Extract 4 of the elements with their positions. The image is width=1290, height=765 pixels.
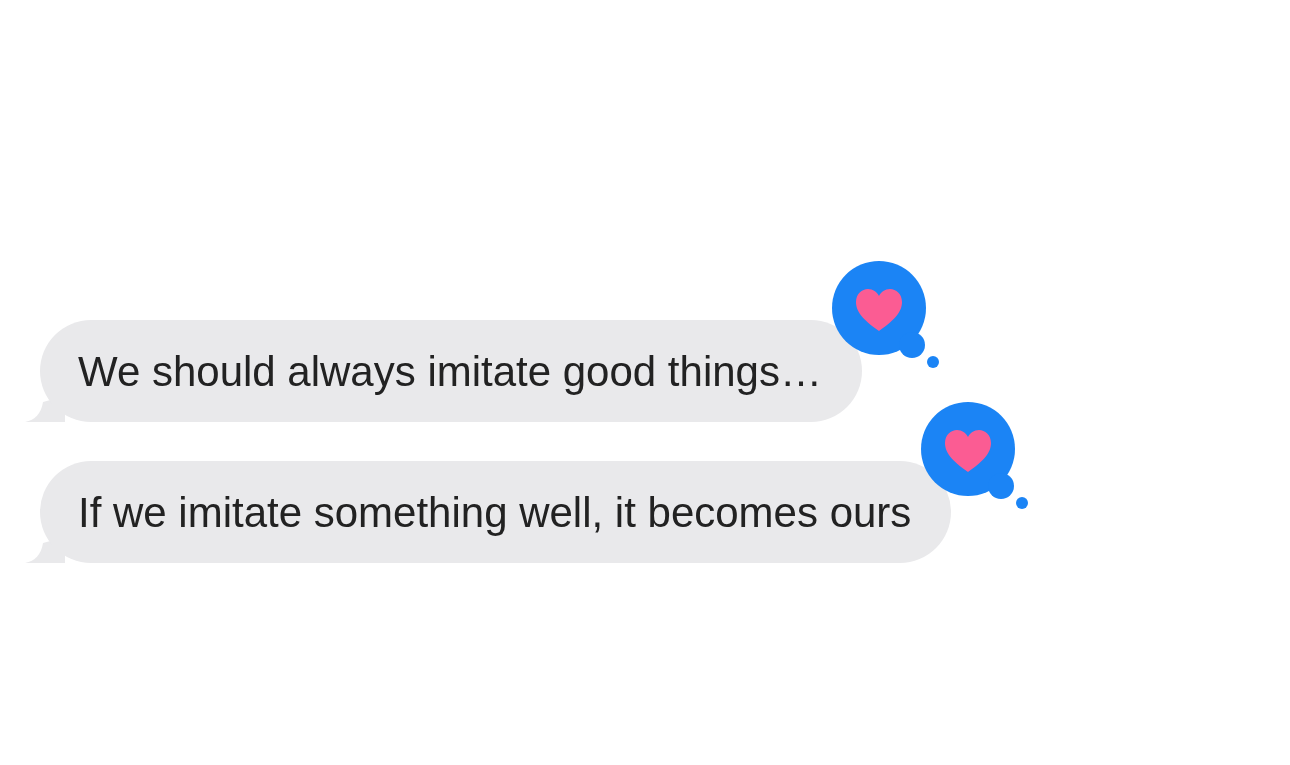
heart-reaction-icon[interactable]: [921, 402, 1030, 510]
message-text: We should always imitate good things…: [78, 346, 822, 397]
heart-reaction-icon[interactable]: [831, 261, 940, 369]
message-text: If we imitate something well, it becomes ours: [78, 487, 912, 538]
